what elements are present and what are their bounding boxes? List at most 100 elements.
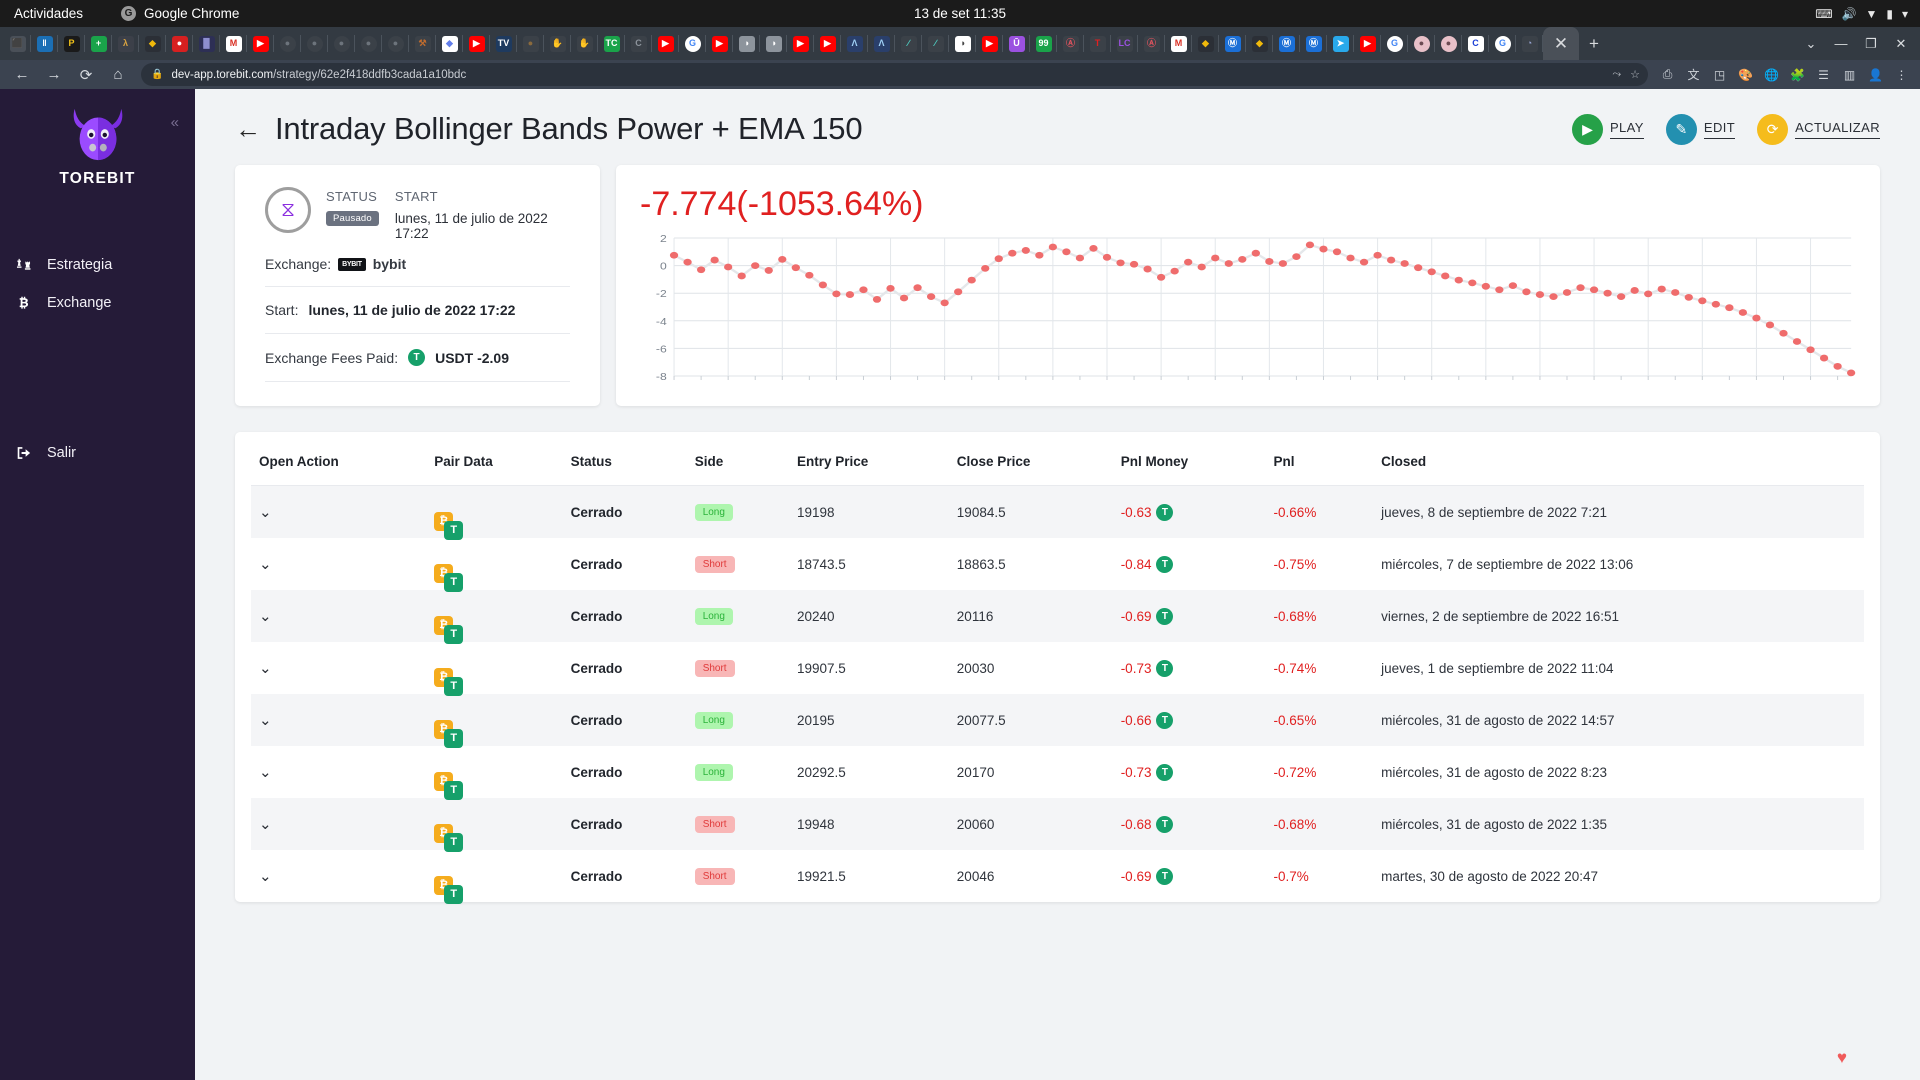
browser-tab[interactable]: Ⓐ bbox=[1138, 27, 1165, 60]
chart-point[interactable] bbox=[751, 262, 760, 269]
chart-point[interactable] bbox=[1346, 254, 1355, 262]
browser-tab[interactable]: G bbox=[1489, 27, 1516, 60]
chart-point[interactable] bbox=[818, 281, 828, 289]
chart-point[interactable] bbox=[1481, 282, 1490, 290]
chart-point[interactable] bbox=[1806, 346, 1815, 354]
chart-point[interactable] bbox=[1224, 260, 1233, 267]
column-header[interactable]: Open Action bbox=[251, 432, 427, 486]
chart-point[interactable] bbox=[1129, 260, 1139, 268]
chart-point[interactable] bbox=[1833, 362, 1842, 370]
chart-point[interactable] bbox=[1062, 248, 1071, 256]
browser-tab[interactable]: ● bbox=[301, 27, 328, 60]
play-button[interactable]: ▶ PLAY bbox=[1571, 113, 1644, 145]
browser-tab[interactable]: ◑ bbox=[733, 27, 760, 60]
chart-point[interactable] bbox=[1021, 247, 1030, 254]
chart-point[interactable] bbox=[926, 293, 936, 301]
chart-point[interactable] bbox=[872, 296, 882, 303]
browser-tab[interactable]: ◆ bbox=[436, 27, 463, 60]
window-maximize-button[interactable]: ❐ bbox=[1858, 31, 1884, 57]
chart-point[interactable] bbox=[1576, 284, 1585, 292]
tab-search-chevron-icon[interactable]: ⌄ bbox=[1798, 31, 1824, 57]
column-header[interactable]: Pnl Money bbox=[1112, 432, 1266, 486]
chevron-double-left-icon[interactable]: « bbox=[171, 115, 179, 130]
browser-tab[interactable]: ◆ bbox=[139, 27, 166, 60]
chart-point[interactable] bbox=[710, 256, 719, 264]
browser-tab[interactable]: ‖ bbox=[31, 27, 58, 60]
browser-tab[interactable]: ▶ bbox=[247, 27, 274, 60]
home-button[interactable]: ⌂ bbox=[105, 62, 131, 88]
chart-point[interactable] bbox=[1671, 289, 1680, 296]
cast-icon[interactable]: ⎙ bbox=[1658, 65, 1677, 84]
table-row[interactable]: ⌄ ₿ T Cerrado Long 20292.5 20170 -0.73 T -0.72% mi… bbox=[251, 746, 1864, 800]
chart-point[interactable] bbox=[1468, 279, 1477, 287]
chart-point[interactable] bbox=[1386, 256, 1396, 264]
chart-point[interactable] bbox=[1454, 276, 1463, 284]
browser-tab[interactable]: ⬛ bbox=[4, 27, 31, 60]
globe-blue-icon[interactable]: 🌐 bbox=[1762, 65, 1781, 84]
os-clock[interactable]: 13 de set 11:35 bbox=[914, 6, 1006, 21]
browser-tab[interactable]: ✋ bbox=[571, 27, 598, 60]
column-header[interactable]: Close Price bbox=[948, 432, 1113, 486]
chart-point[interactable] bbox=[954, 288, 963, 296]
chart-point[interactable] bbox=[1657, 285, 1666, 293]
chevron-double-down-icon[interactable]: ⌄ bbox=[259, 504, 272, 521]
browser-tab[interactable]: ◑ bbox=[760, 27, 787, 60]
table-row[interactable]: ⌄ ₿ T Cerrado Long 20240 20116 -0.69 T -0.68% vier… bbox=[251, 590, 1864, 644]
chart-point[interactable] bbox=[994, 255, 1003, 263]
chart-point[interactable] bbox=[805, 271, 814, 279]
chart-point[interactable] bbox=[696, 266, 706, 274]
chart-point[interactable] bbox=[1603, 289, 1612, 297]
chart-point[interactable] bbox=[1819, 354, 1829, 362]
chevron-double-down-icon[interactable]: ⌄ bbox=[259, 608, 272, 625]
chart-point[interactable] bbox=[1847, 369, 1856, 377]
table-row[interactable]: ⌄ ₿ T Cerrado Long 19198 19084.5 -0.63 T -0.66% ju… bbox=[251, 485, 1864, 540]
chart-point[interactable] bbox=[1102, 253, 1112, 261]
activities-button[interactable]: Actividades bbox=[14, 6, 83, 21]
table-row[interactable]: ⌄ ₿ T Cerrado Short 19907.5 20030 -0.73 T -0.74% j… bbox=[251, 642, 1864, 696]
browser-tab[interactable]: Ⓜ bbox=[1273, 27, 1300, 60]
chevron-double-down-icon[interactable]: ⌄ bbox=[259, 660, 272, 677]
bookmark-star-icon[interactable]: ☆ bbox=[1630, 68, 1640, 81]
chart-point[interactable] bbox=[1427, 268, 1436, 276]
browser-tab[interactable]: TC bbox=[598, 27, 625, 60]
browser-tab[interactable]: ▶ bbox=[652, 27, 679, 60]
browser-tab[interactable]: + bbox=[85, 27, 112, 60]
browser-tab[interactable]: ● bbox=[382, 27, 409, 60]
browser-tab[interactable]: C bbox=[1462, 27, 1489, 60]
chart-point[interactable] bbox=[1644, 290, 1653, 298]
chart-point[interactable] bbox=[1305, 241, 1315, 249]
browser-tab[interactable]: ▶ bbox=[463, 27, 490, 60]
browser-tab[interactable]: ✋ bbox=[544, 27, 571, 60]
browser-tab[interactable]: Ⓐ bbox=[1057, 27, 1084, 60]
chevron-double-down-icon[interactable]: ⌄ bbox=[259, 816, 272, 833]
chart-point[interactable] bbox=[1522, 288, 1531, 296]
browser-tab[interactable]: M bbox=[1165, 27, 1192, 60]
chart-point[interactable] bbox=[1400, 260, 1409, 267]
browser-tab[interactable]: ◔ bbox=[1516, 27, 1543, 60]
edit-button[interactable]: ✎ EDIT bbox=[1665, 113, 1736, 145]
chart-point[interactable] bbox=[1278, 260, 1288, 267]
chart-point[interactable] bbox=[1035, 251, 1044, 259]
browser-tab[interactable]: ● bbox=[355, 27, 382, 60]
chart-point[interactable] bbox=[886, 284, 895, 292]
reload-button[interactable]: ⟳ bbox=[73, 62, 99, 88]
chart-point[interactable] bbox=[1170, 267, 1179, 275]
column-header[interactable]: Side bbox=[686, 432, 790, 486]
chart-point[interactable] bbox=[1373, 251, 1382, 259]
chart-point[interactable] bbox=[1211, 254, 1220, 262]
chart-point[interactable] bbox=[1684, 293, 1693, 301]
browser-tab[interactable]: Ⓜ bbox=[1300, 27, 1327, 60]
color-palette-icon[interactable]: 🎨 bbox=[1736, 65, 1755, 84]
reading-list-icon[interactable]: ☰ bbox=[1814, 65, 1833, 84]
actualizar-button[interactable]: ⟳ ACTUALIZAR bbox=[1757, 113, 1880, 145]
share-icon[interactable]: ⤳ bbox=[1612, 68, 1621, 81]
column-header[interactable]: Entry Price bbox=[789, 432, 949, 486]
browser-tab[interactable]: ▶ bbox=[1354, 27, 1381, 60]
chart-point[interactable] bbox=[1197, 263, 1206, 271]
browser-tab[interactable]: T bbox=[1084, 27, 1111, 60]
back-navigation-icon[interactable]: ← bbox=[235, 116, 261, 142]
browser-tab[interactable]: ∕ bbox=[895, 27, 922, 60]
chart-point[interactable] bbox=[764, 267, 773, 274]
table-row[interactable]: ⌄ ₿ T Cerrado Short 18743.5 18863.5 -0.84 T -0.75… bbox=[251, 538, 1864, 592]
browser-tab[interactable]: ▶ bbox=[706, 27, 733, 60]
